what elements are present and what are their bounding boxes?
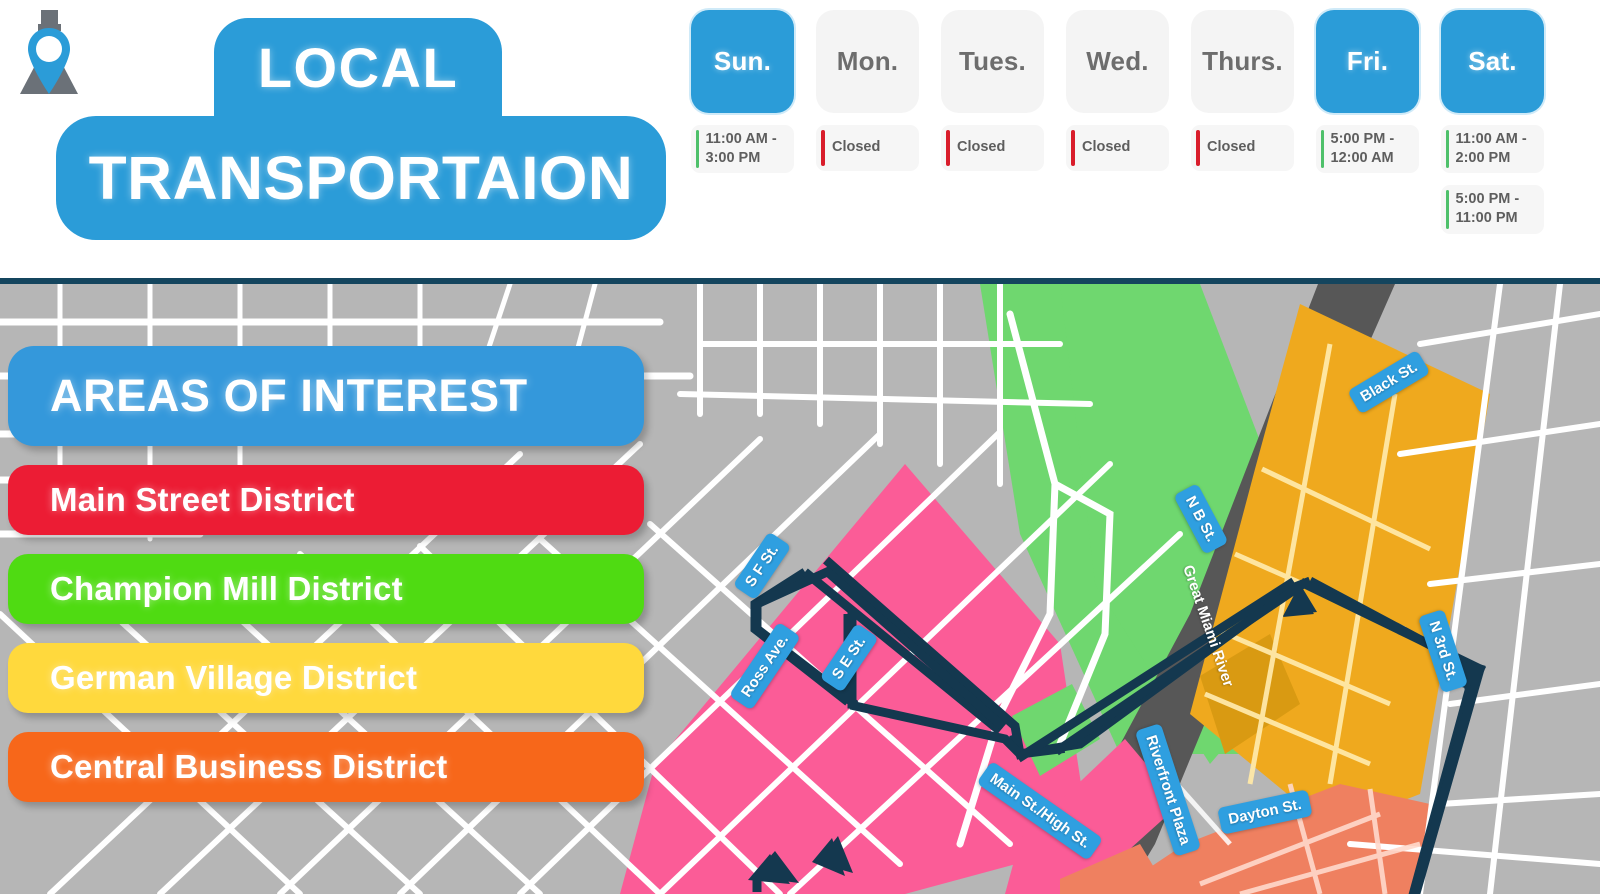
day-column-sun: Sun. 11:00 AM - 3:00 PM bbox=[691, 10, 794, 174]
title-badge: LOCAL TRANSPORTAION bbox=[56, 18, 666, 248]
day-tab-fri[interactable]: Fri. bbox=[1316, 10, 1419, 113]
areas-of-interest-legend: AREAS OF INTEREST Main Street District Ch… bbox=[8, 346, 668, 802]
weekly-hours-tabs: Sun. 11:00 AM - 3:00 PM Mon. Closed Tues. Clo… bbox=[691, 10, 1591, 268]
day-tab-thurs[interactable]: Thurs. bbox=[1191, 10, 1294, 113]
legend-item-label: German Village District bbox=[50, 659, 418, 696]
status-indicator-bar bbox=[1071, 130, 1075, 166]
hours-text: Closed bbox=[1082, 139, 1131, 156]
day-tab-mon[interactable]: Mon. bbox=[816, 10, 919, 113]
hours-slot: 5:00 PM - 12:00 AM bbox=[1316, 125, 1419, 174]
status-indicator-bar bbox=[1446, 130, 1449, 169]
legend-item[interactable]: Main Street District bbox=[8, 465, 644, 535]
day-column-wed: Wed. Closed bbox=[1066, 10, 1169, 171]
hours-slot: 5:00 PM - 11:00 PM bbox=[1441, 185, 1544, 234]
legend-item[interactable]: Champion Mill District bbox=[8, 554, 644, 624]
status-indicator-bar bbox=[946, 130, 950, 166]
legend-item[interactable]: Central Business District bbox=[8, 732, 644, 802]
day-tab-wed[interactable]: Wed. bbox=[1066, 10, 1169, 113]
hours-slot: Closed bbox=[1191, 125, 1294, 171]
status-indicator-bar bbox=[696, 130, 699, 169]
day-column-mon: Mon. Closed bbox=[816, 10, 919, 171]
local-transportation-infographic: LOCAL TRANSPORTAION Sun. 11:00 AM - 3:00 … bbox=[0, 0, 1600, 894]
hours-slot: Closed bbox=[1066, 125, 1169, 171]
day-tab-tues[interactable]: Tues. bbox=[941, 10, 1044, 113]
hours-slot: Closed bbox=[816, 125, 919, 171]
downtown-map[interactable]: AREAS OF INTEREST Main Street District Ch… bbox=[0, 278, 1600, 894]
hours-text: 11:00 AM - 2:00 PM bbox=[1455, 131, 1527, 167]
status-indicator-bar bbox=[1446, 190, 1449, 229]
legend-item-label: Central Business District bbox=[50, 748, 448, 785]
status-indicator-bar bbox=[1196, 130, 1200, 166]
legend-title-label: AREAS OF INTEREST bbox=[50, 370, 528, 421]
hours-slot: 11:00 AM - 3:00 PM bbox=[691, 125, 794, 174]
day-column-thurs: Thurs. Closed bbox=[1191, 10, 1294, 171]
hours-text: 5:00 PM - 12:00 AM bbox=[1330, 131, 1395, 167]
status-indicator-bar bbox=[821, 130, 825, 166]
hours-text: Closed bbox=[957, 139, 1006, 156]
legend-item-label: Main Street District bbox=[50, 481, 355, 518]
title-line-2-badge: TRANSPORTAION bbox=[56, 116, 666, 240]
day-column-tues: Tues. Closed bbox=[941, 10, 1044, 171]
day-tab-sat[interactable]: Sat. bbox=[1441, 10, 1544, 113]
hours-text: 5:00 PM - 11:00 PM bbox=[1455, 191, 1520, 227]
hours-text: Closed bbox=[1207, 139, 1256, 156]
hours-text: 11:00 AM - 3:00 PM bbox=[705, 131, 777, 167]
day-column-fri: Fri. 5:00 PM - 12:00 AM bbox=[1316, 10, 1419, 174]
title-line-2: TRANSPORTAION bbox=[88, 143, 634, 212]
hours-slot: 11:00 AM - 2:00 PM bbox=[1441, 125, 1544, 174]
day-tab-sun[interactable]: Sun. bbox=[691, 10, 794, 113]
legend-item[interactable]: German Village District bbox=[8, 643, 644, 713]
legend-item-list: Main Street District Champion Mill Distri… bbox=[8, 465, 668, 802]
day-column-sat: Sat. 11:00 AM - 2:00 PM 5:00 PM - 11:00 PM bbox=[1441, 10, 1544, 234]
hours-text: Closed bbox=[832, 139, 881, 156]
title-line-1: LOCAL bbox=[257, 36, 459, 99]
header-bar: LOCAL TRANSPORTAION Sun. 11:00 AM - 3:00 … bbox=[0, 0, 1600, 278]
legend-item-label: Champion Mill District bbox=[50, 570, 403, 607]
hours-slot: Closed bbox=[941, 125, 1044, 171]
status-indicator-bar bbox=[1321, 130, 1324, 169]
legend-title: AREAS OF INTEREST bbox=[8, 346, 644, 446]
